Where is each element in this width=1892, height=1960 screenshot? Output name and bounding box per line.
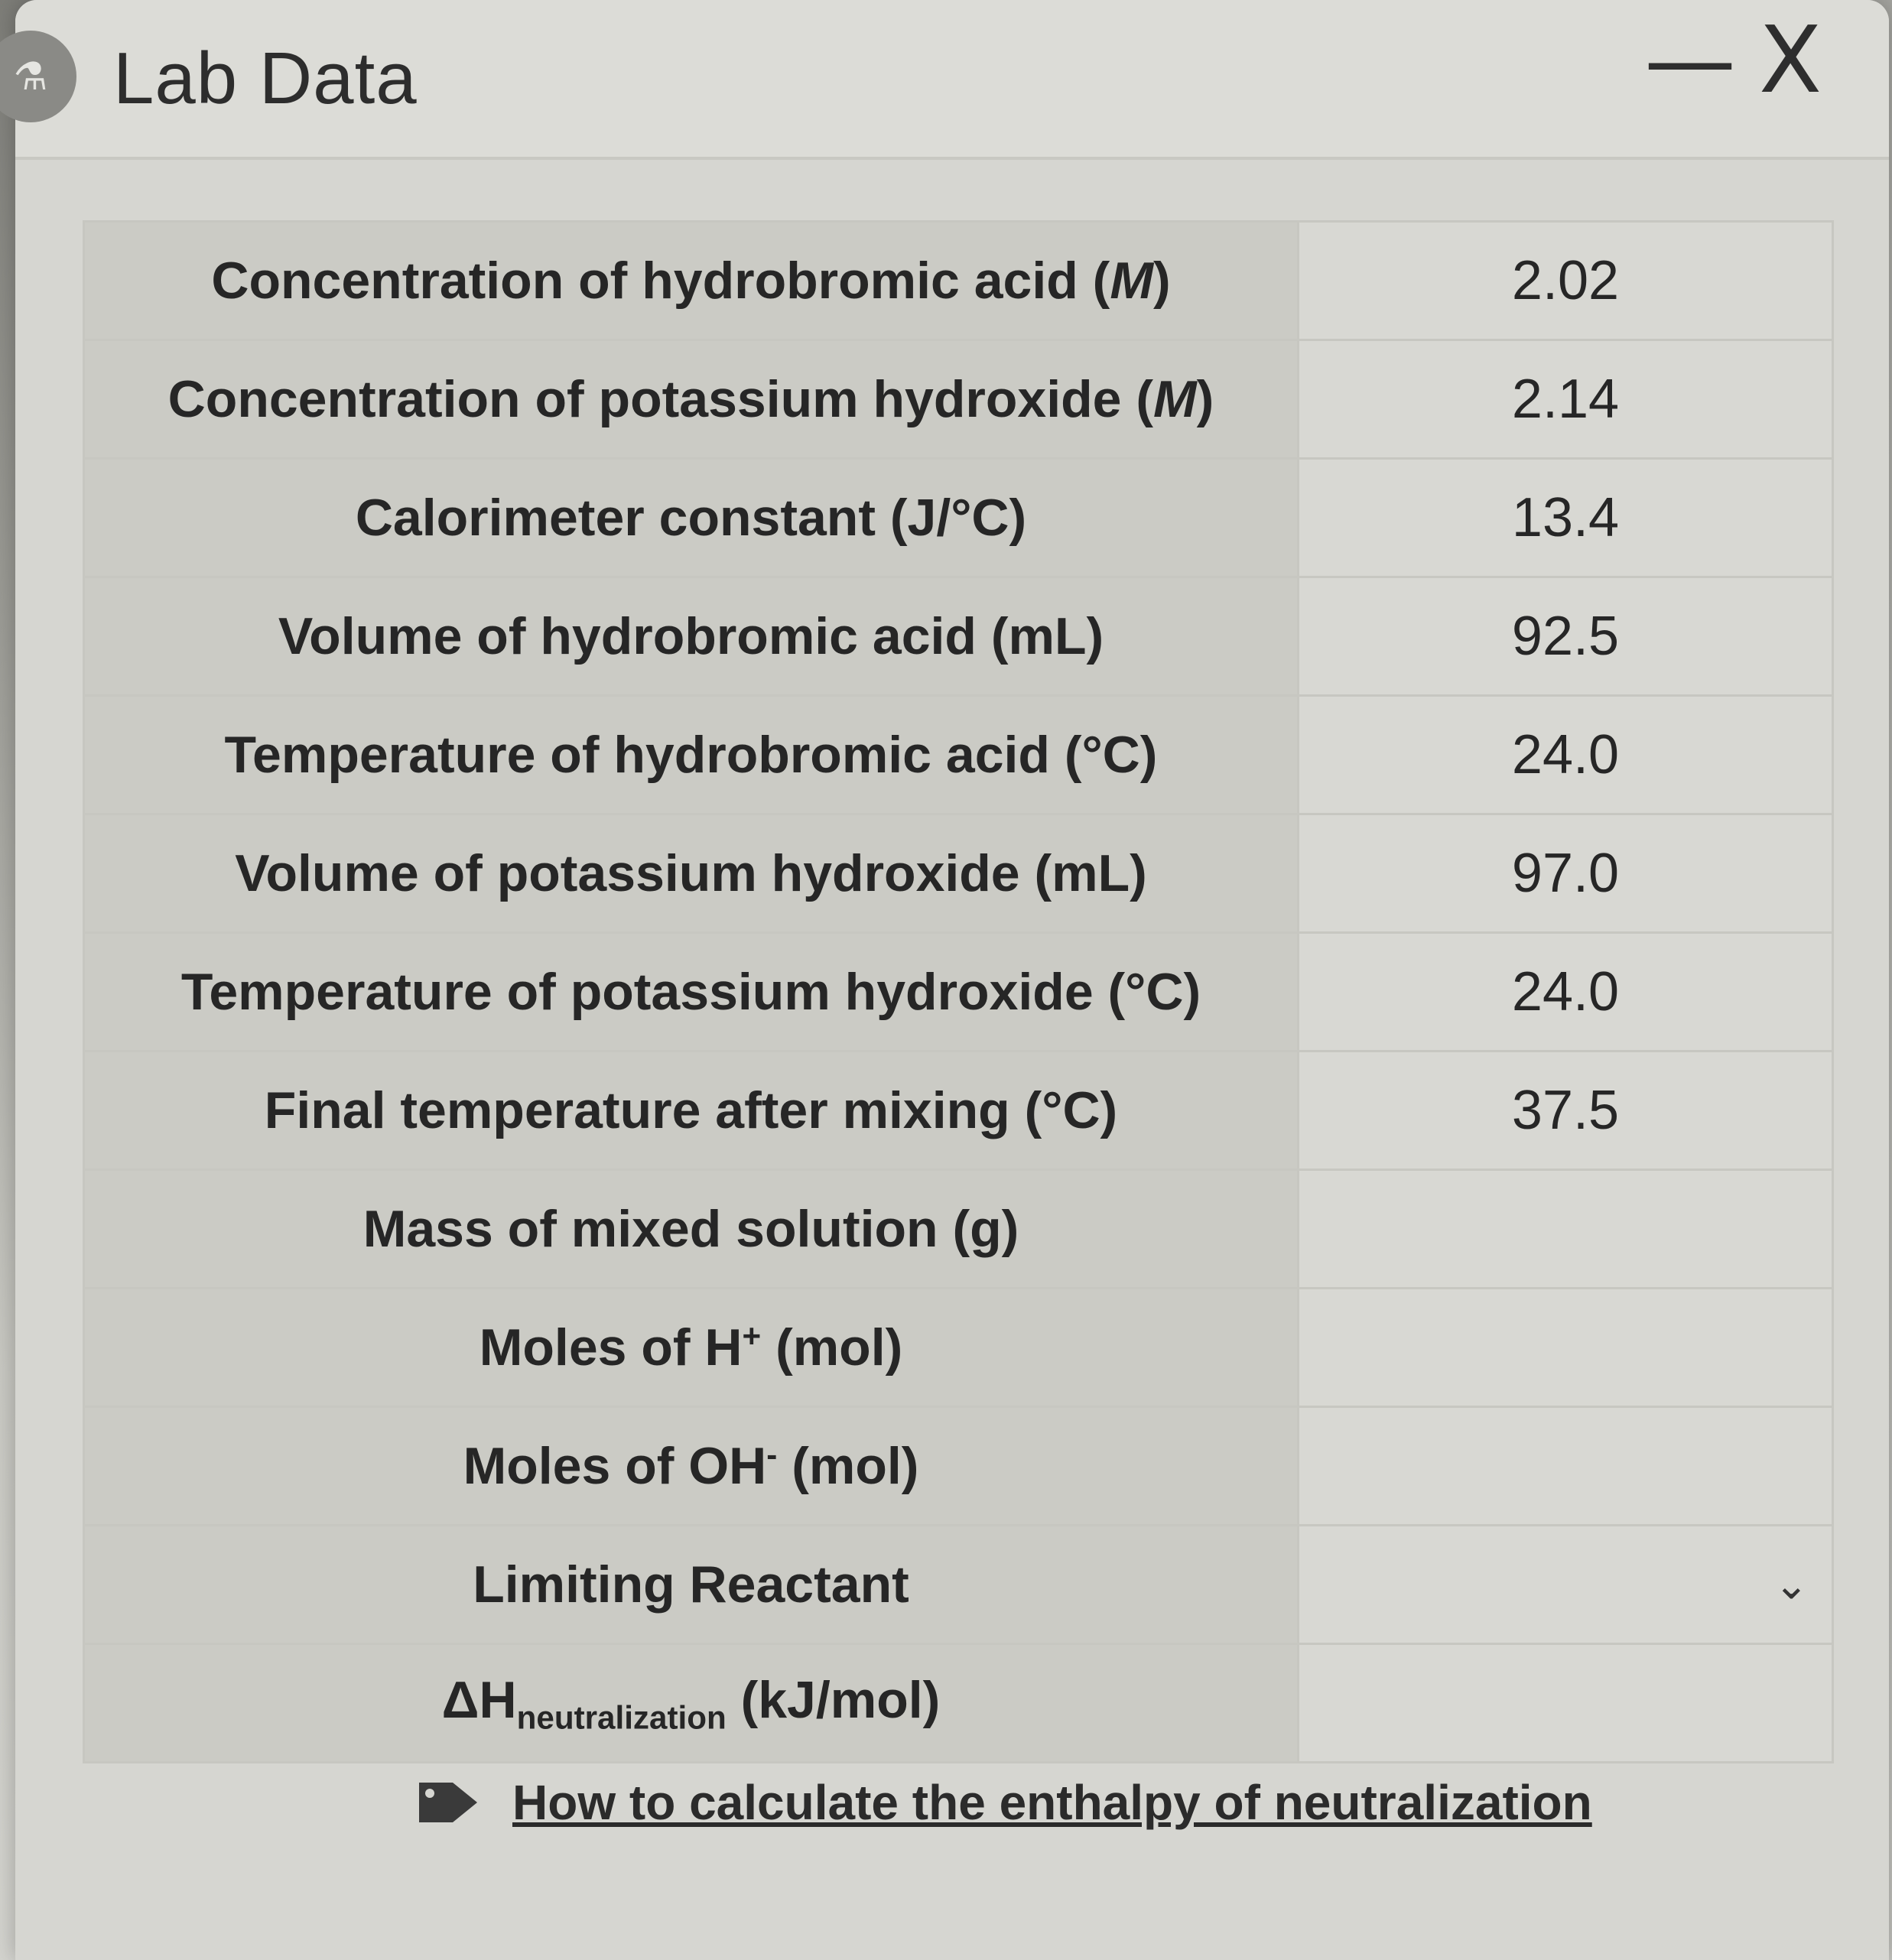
row-value: 24.0 [1297, 931, 1834, 1052]
table-row: Volume of hydrobromic acid (mL) 92.5 [83, 576, 1834, 697]
window-title: Lab Data [113, 37, 418, 119]
row-value: 97.0 [1297, 813, 1834, 934]
lab-data-table: Concentration of hydrobromic acid (M) 2.… [83, 220, 1834, 1763]
moles-oh-input-cell[interactable] [1297, 1406, 1834, 1526]
row-label: Concentration of hydrobromic acid (M) [83, 220, 1299, 341]
chevron-down-icon[interactable]: ⌄ [1774, 1561, 1809, 1609]
table-row: Concentration of hydrobromic acid (M) 2.… [83, 220, 1834, 341]
table-row: Temperature of hydrobromic acid (°C) 24.… [83, 694, 1834, 815]
row-value: 37.5 [1297, 1050, 1834, 1171]
row-label: Volume of potassium hydroxide (mL) [83, 813, 1299, 934]
row-label: Limiting Reactant [83, 1524, 1299, 1645]
row-label: Volume of hydrobromic acid (mL) [83, 576, 1299, 697]
row-label: Mass of mixed solution (g) [83, 1169, 1299, 1289]
row-label: Moles of OH- (mol) [83, 1406, 1299, 1526]
table-row: ΔHneutralization (kJ/mol) [83, 1643, 1834, 1763]
table-row: Temperature of potassium hydroxide (°C) … [83, 931, 1834, 1052]
table-row: Mass of mixed solution (g) [83, 1169, 1834, 1289]
row-value: 2.02 [1297, 220, 1834, 341]
table-row: Final temperature after mixing (°C) 37.5 [83, 1050, 1834, 1171]
table-row: Moles of OH- (mol) [83, 1406, 1834, 1526]
title-bar: ⚗ Lab Data — X [0, 0, 1889, 160]
row-label: Final temperature after mixing (°C) [83, 1050, 1299, 1171]
table-row: Moles of H+ (mol) [83, 1287, 1834, 1408]
row-value: 2.14 [1297, 339, 1834, 460]
close-button[interactable]: X [1759, 15, 1822, 107]
enthalpy-input-cell[interactable] [1297, 1643, 1834, 1763]
lab-data-window: ⚗ Lab Data — X Concentration of hydrobro… [0, 0, 1889, 1960]
help-section: How to calculate the enthalpy of neutral… [413, 1774, 1592, 1831]
mass-input-cell[interactable] [1297, 1169, 1834, 1289]
row-label: Temperature of potassium hydroxide (°C) [83, 931, 1299, 1052]
help-link[interactable]: How to calculate the enthalpy of neutral… [512, 1774, 1592, 1831]
row-value: 13.4 [1297, 457, 1834, 578]
table-row: Concentration of potassium hydroxide (M)… [83, 339, 1834, 460]
tag-icon [419, 1783, 477, 1822]
table-row: Volume of potassium hydroxide (mL) 97.0 [83, 813, 1834, 934]
app-icon: ⚗ [0, 31, 76, 122]
row-value: 92.5 [1297, 576, 1834, 697]
row-label: Temperature of hydrobromic acid (°C) [83, 694, 1299, 815]
table-row: Limiting Reactant ⌄ [83, 1524, 1834, 1645]
row-label: Concentration of potassium hydroxide (M) [83, 339, 1299, 460]
moles-h-input-cell[interactable] [1297, 1287, 1834, 1408]
table-row: Calorimeter constant (J/°C) 13.4 [83, 457, 1834, 578]
limiting-reactant-select[interactable]: ⌄ [1297, 1524, 1834, 1645]
row-value: 24.0 [1297, 694, 1834, 815]
row-label: Moles of H+ (mol) [83, 1287, 1299, 1408]
row-label: Calorimeter constant (J/°C) [83, 457, 1299, 578]
minimize-button[interactable]: — [1644, 15, 1736, 107]
row-label: ΔHneutralization (kJ/mol) [83, 1643, 1299, 1763]
